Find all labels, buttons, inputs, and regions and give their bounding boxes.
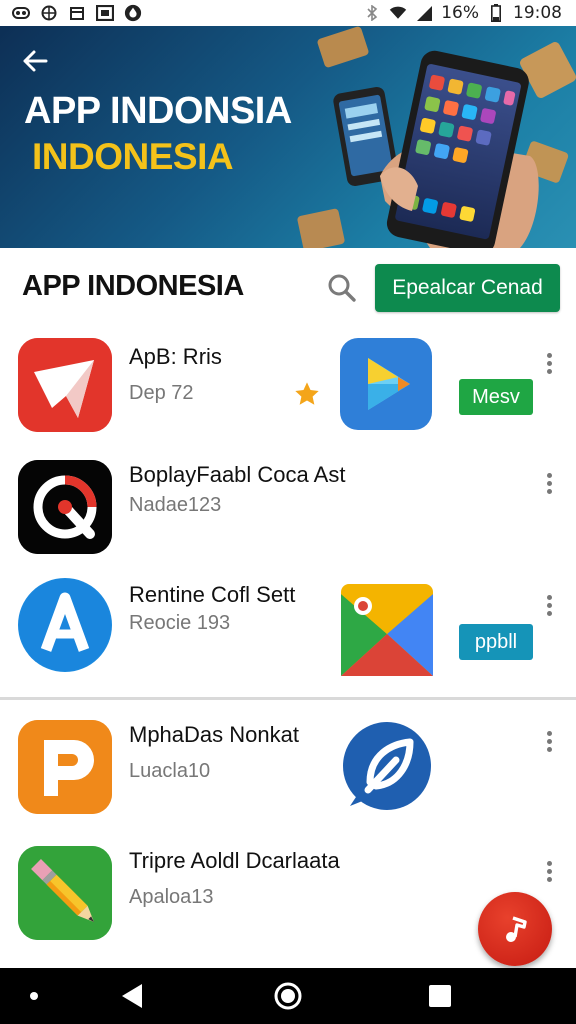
- overflow-menu-icon[interactable]: [538, 858, 560, 888]
- status-system-icons: 16% 19:08: [363, 3, 562, 23]
- search-icon[interactable]: [326, 272, 358, 304]
- system-nav-bar: [0, 968, 576, 1024]
- section-divider: [0, 697, 576, 700]
- list-item[interactable]: MphaDas Nonkat Luacla10: [0, 706, 576, 826]
- app-subtitle: Luacla10: [129, 760, 211, 782]
- list-item[interactable]: Rentine Cofl Sett Reocie 193 ppbll: [0, 566, 576, 686]
- status-notification-icons: [12, 4, 142, 22]
- app-title: BoplayFaabl Coca Ast: [129, 462, 346, 487]
- notification-image-icon: [96, 5, 114, 21]
- banner-subtitle: INDONESIA: [32, 136, 234, 177]
- back-arrow-icon[interactable]: [20, 48, 50, 74]
- nav-recents-icon[interactable]: [424, 980, 456, 1012]
- overflow-menu-icon[interactable]: [538, 470, 560, 500]
- star-icon: [293, 380, 321, 408]
- overflow-menu-icon[interactable]: [538, 592, 560, 622]
- nav-dot-icon[interactable]: [18, 980, 50, 1012]
- app-tag-label: Mesv: [472, 385, 520, 408]
- notification-app-icon: [12, 5, 30, 21]
- music-note-icon: [506, 916, 527, 942]
- list-item[interactable]: BoplayFaabl Coca Ast Nadae123: [0, 446, 576, 566]
- app-title: ApB: Rris: [129, 344, 222, 369]
- app-icon: [18, 338, 112, 432]
- banner-title: APP INDONSIA: [24, 90, 292, 132]
- nav-home-icon[interactable]: [272, 980, 304, 1012]
- mail-app-icon[interactable]: [341, 584, 433, 676]
- app-subtitle: Dep 72: [129, 382, 194, 404]
- battery-percent: 16%: [441, 3, 479, 23]
- play-store-icon[interactable]: [340, 338, 432, 430]
- bluetooth-icon: [363, 5, 381, 21]
- primary-action-button[interactable]: Epealcar Cenad: [375, 264, 560, 312]
- app-icon: [18, 846, 112, 940]
- app-title: Tripre Aoldl Dcarlaata: [129, 848, 340, 873]
- app-icon: [18, 720, 112, 814]
- wifi-icon: [389, 5, 407, 21]
- status-bar: 16% 19:08: [0, 0, 576, 26]
- app-subtitle: Nadae123: [129, 494, 222, 516]
- overflow-menu-icon[interactable]: [538, 350, 560, 380]
- list-item[interactable]: ApB: Rris Dep 72 Mesv: [0, 326, 576, 446]
- hero-banner: APP INDONSIA INDONESIA: [0, 26, 576, 248]
- notification-box-icon: [68, 5, 86, 21]
- music-fab-button[interactable]: [478, 892, 552, 966]
- app-title: Rentine Cofl Sett: [129, 582, 296, 607]
- app-title: MphaDas Nonkat: [129, 722, 299, 747]
- nav-back-icon[interactable]: [116, 980, 148, 1012]
- app-tag-label: ppbll: [474, 630, 518, 653]
- app-tag-button[interactable]: ppbll: [459, 624, 533, 660]
- notification-drop-icon: [124, 4, 142, 22]
- app-tag-button[interactable]: Mesv: [459, 379, 533, 415]
- app-icon: [18, 460, 112, 554]
- app-icon: [18, 578, 112, 672]
- notification-globe-icon: [40, 5, 58, 21]
- app-toolbar: APP INDONESIA Epealcar Cenad: [0, 248, 576, 326]
- leaf-chat-app-icon[interactable]: [340, 720, 432, 812]
- battery-icon: [487, 4, 505, 22]
- overflow-menu-icon[interactable]: [538, 728, 560, 758]
- clock: 19:08: [513, 3, 562, 23]
- app-subtitle: Apaloa13: [129, 886, 214, 908]
- signal-icon: [415, 5, 433, 21]
- app-subtitle: Reocie 193: [129, 612, 231, 634]
- page-title: APP INDONESIA: [22, 270, 244, 302]
